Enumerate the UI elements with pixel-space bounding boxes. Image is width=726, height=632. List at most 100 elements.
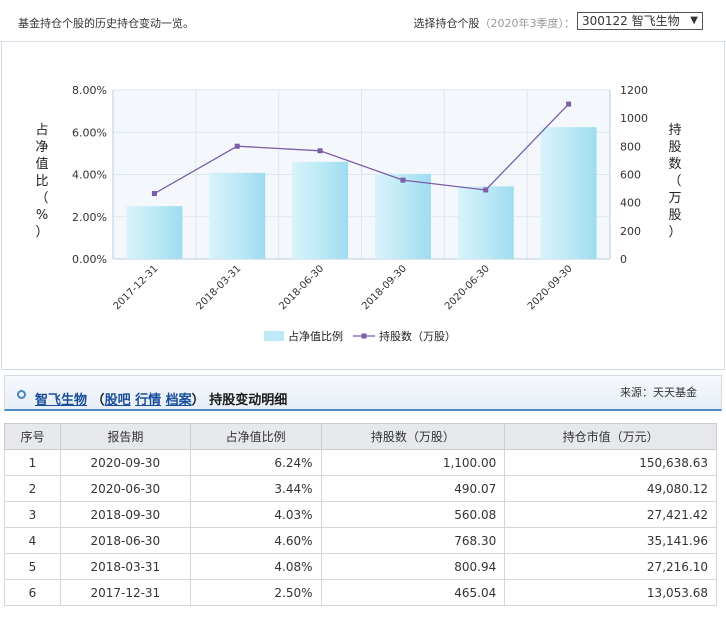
cell-shares: 560.08 — [320, 501, 506, 528]
bar-2020-06-30 — [457, 186, 514, 259]
guba-link[interactable]: 股吧 — [105, 393, 131, 408]
detail-title: 智飞生物 （股吧 行情 档案） 持股变动明细 — [35, 389, 287, 408]
cell-index: 5 — [4, 553, 61, 580]
table-row: 1 2020-09-30 6.24% 1,100.00 150,638.63 — [4, 449, 717, 476]
cell-ratio: 2.50% — [189, 579, 322, 606]
cell-date: 2018-09-30 — [59, 501, 191, 528]
top-bar: 基金持仓个股的历史持仓变动一览。 选择持仓个股（2020年3季度）： 30012… — [0, 0, 726, 42]
detail-header: 智飞生物 （股吧 行情 档案） 持股变动明细 来源：天天基金 — [4, 375, 722, 411]
cell-date: 2020-09-30 — [59, 449, 191, 476]
x-tick-label: 2017-12-31 — [112, 263, 161, 312]
holding-chart: 0.00% 2.00% 4.00% 6.00% 8.00% 0 200 400 600 800 10… — [35, 84, 681, 343]
legend-bar-label: 占净值比例 — [288, 329, 343, 343]
selector-label-text: 选择持仓个股 — [413, 17, 480, 30]
selector-hint: （2020年3季度）： — [479, 17, 576, 30]
bar-2017-12-31 — [126, 206, 183, 259]
x-tick-label: 2018-06-30 — [277, 263, 326, 312]
shares-point-2018-03-31 — [234, 143, 240, 149]
y-tick-left: 8.00% — [72, 84, 107, 97]
y-axis-title-left: % — [36, 208, 48, 223]
shares-point-2020-06-30 — [483, 187, 489, 193]
holding-table: 序号 报告期 占净值比例 持股数（万股） 持仓市值（万元） 1 2020-09-… — [4, 423, 717, 606]
bar-2020-09-30 — [540, 127, 597, 260]
y-tick-left: 0.00% — [72, 253, 107, 266]
bar-2018-09-30 — [374, 173, 431, 259]
col-value: 持仓市值（万元） — [504, 423, 717, 450]
y-tick-right: 1000 — [620, 112, 648, 125]
y-axis-title-right: 股 — [668, 208, 681, 223]
profile-link[interactable]: 档案 — [166, 393, 192, 408]
legend-bar-swatch — [264, 331, 284, 341]
detail-suffix: 持股变动明细 — [209, 393, 288, 408]
cell-ratio: 3.44% — [189, 475, 322, 502]
table-header-row: 序号 报告期 占净值比例 持股数（万股） 持仓市值（万元） — [4, 423, 717, 450]
cell-shares: 490.07 — [320, 475, 506, 502]
y-axis-title-left: 值 — [35, 156, 48, 172]
cell-ratio: 4.60% — [189, 527, 322, 554]
col-index: 序号 — [4, 423, 61, 450]
intro-text: 基金持仓个股的历史持仓变动一览。 — [18, 17, 194, 30]
cell-shares: 768.30 — [320, 527, 506, 554]
table-row: 6 2017-12-31 2.50% 465.04 13,053.68 — [4, 579, 717, 606]
cell-value: 13,053.68 — [504, 579, 717, 606]
shares-point-2018-06-30 — [317, 148, 323, 154]
close-paren: ） — [191, 393, 205, 408]
cell-date: 2017-12-31 — [59, 579, 191, 606]
shares-point-2020-09-30 — [566, 101, 572, 107]
cell-date: 2020-06-30 — [59, 475, 191, 502]
cell-index: 4 — [4, 527, 61, 554]
x-tick-label: 2020-06-30 — [443, 263, 492, 312]
cell-shares: 1,100.00 — [320, 449, 506, 476]
y-axis-title-left: 占 — [35, 123, 48, 138]
col-shares: 持股数（万股） — [320, 423, 506, 450]
circle-icon — [17, 390, 26, 399]
chevron-down-icon[interactable]: ▼ — [690, 13, 698, 29]
y-axis-title-right: ） — [668, 225, 681, 240]
y-tick-right: 1200 — [620, 84, 648, 97]
cell-value: 35,141.96 — [504, 527, 717, 554]
y-tick-right: 400 — [620, 197, 641, 210]
y-axis-title-left: 比 — [35, 174, 48, 189]
y-tick-left: 4.00% — [72, 169, 107, 182]
cell-value: 27,216.10 — [504, 553, 717, 580]
y-axis-title-left: 净 — [35, 140, 48, 155]
col-date: 报告期 — [59, 423, 191, 450]
table-row: 2 2020-06-30 3.44% 490.07 49,080.12 — [4, 475, 717, 502]
source-text: 来源：天天基金 — [620, 386, 697, 399]
y-tick-right: 200 — [620, 225, 641, 238]
cell-value: 49,080.12 — [504, 475, 717, 502]
open-paren: （ — [91, 393, 105, 408]
y-axis-title-left: （ — [35, 191, 48, 206]
shares-point-2017-12-31 — [151, 191, 157, 197]
y-axis-title-right: 万 — [668, 191, 681, 206]
table-row: 3 2018-09-30 4.03% 560.08 27,421.42 — [4, 501, 717, 528]
legend-line-label: 持股数（万股） — [379, 329, 456, 343]
stock-select-value: 300122 智飞生物 — [582, 14, 680, 28]
y-axis-title-right: 数 — [668, 157, 681, 172]
cell-ratio: 4.03% — [189, 501, 322, 528]
cell-date: 2018-03-31 — [59, 553, 191, 580]
x-tick-label: 2018-09-30 — [360, 263, 409, 312]
y-tick-right: 800 — [620, 140, 641, 153]
cell-index: 6 — [4, 579, 61, 606]
table-row: 5 2018-03-31 4.08% 800.94 27,216.10 — [4, 553, 717, 580]
y-tick-right: 0 — [620, 253, 627, 266]
selector-label: 选择持仓个股（2020年3季度）： — [414, 15, 576, 31]
y-tick-right: 600 — [620, 169, 641, 182]
col-ratio: 占净值比例 — [189, 423, 322, 450]
table-row: 4 2018-06-30 4.60% 768.30 35,141.96 — [4, 527, 717, 554]
y-axis-title-right: 持 — [668, 123, 681, 138]
cell-date: 2018-06-30 — [59, 527, 191, 554]
cell-value: 150,638.63 — [504, 449, 717, 476]
quote-link[interactable]: 行情 — [135, 393, 161, 408]
x-tick-label: 2020-09-30 — [526, 263, 575, 312]
y-tick-left: 6.00% — [72, 126, 107, 139]
bar-2018-03-31 — [209, 172, 266, 259]
cell-value: 27,421.42 — [504, 501, 717, 528]
cell-index: 3 — [4, 501, 61, 528]
stock-select[interactable]: 300122 智飞生物 ▼ — [577, 12, 703, 30]
stock-name-link[interactable]: 智飞生物 — [35, 393, 87, 408]
legend-line-marker — [361, 333, 367, 339]
cell-index: 2 — [4, 475, 61, 502]
cell-index: 1 — [4, 449, 61, 476]
